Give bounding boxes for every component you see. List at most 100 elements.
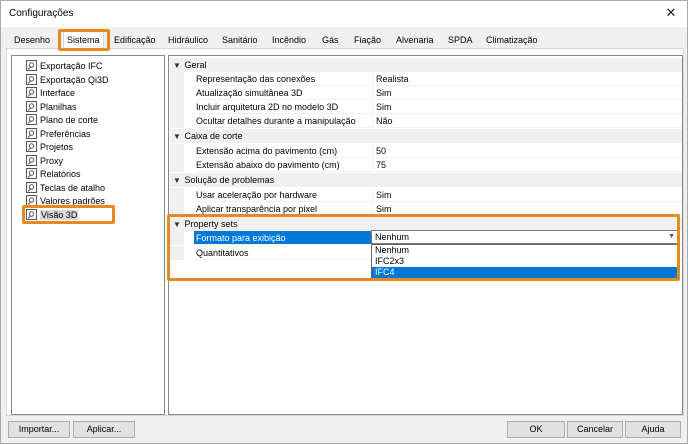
- property-row[interactable]: Usar aceleração por hardware Sim: [170, 188, 682, 202]
- tree-item-preferencias[interactable]: Preferências: [26, 127, 91, 141]
- tab-fiacao[interactable]: Fiação: [351, 32, 384, 48]
- tree-item-label: Exportação IFC: [40, 61, 103, 71]
- chevron-down-icon[interactable]: ▼: [172, 130, 182, 144]
- settings-node-icon: [26, 73, 37, 85]
- property-row[interactable]: Incluir arquitetura 2D no modelo 3D Sim: [170, 100, 682, 114]
- tree-item-proxy[interactable]: Proxy: [26, 154, 64, 168]
- tree-item-label: Teclas de atalho: [40, 182, 106, 193]
- category-geral[interactable]: ▼ Geral: [170, 58, 682, 72]
- category-label: Caixa de corte: [184, 131, 243, 141]
- property-row[interactable]: Aplicar transparência por pixel Sim: [170, 202, 682, 216]
- chevron-down-icon[interactable]: ▼: [172, 59, 182, 73]
- tree-item-plano-de-corte[interactable]: Plano de corte: [26, 114, 98, 127]
- property-row[interactable]: Atualização simultânea 3D Sim: [170, 86, 682, 100]
- tab-alvenaria[interactable]: Alvenaria: [393, 32, 437, 48]
- chevron-down-icon[interactable]: ▼: [172, 174, 182, 188]
- tab-desenho[interactable]: Desenho: [11, 32, 53, 48]
- tree-item-exportacao-qi3d[interactable]: Exportação Qi3D: [26, 73, 109, 87]
- property-value[interactable]: 75: [376, 158, 682, 172]
- category-label: Solução de problemas: [184, 175, 275, 185]
- tab-gas[interactable]: Gás: [319, 32, 342, 48]
- tab-sanitario[interactable]: Sanitário: [219, 32, 261, 48]
- tree-item-projetos[interactable]: Projetos: [26, 141, 73, 154]
- category-label: Property sets: [184, 219, 238, 229]
- property-name: Atualização simultânea 3D: [196, 86, 372, 100]
- tree-item-teclas-de-atalho[interactable]: Teclas de atalho: [26, 181, 106, 195]
- property-value[interactable]: Sim: [376, 86, 682, 100]
- property-row[interactable]: Extensão abaixo do pavimento (cm) 75: [170, 158, 682, 172]
- tree-item-label: Plano de corte: [40, 115, 99, 125]
- property-name: Aplicar transparência por pixel: [196, 202, 372, 216]
- tab-hidraulico[interactable]: Hidráulico: [165, 32, 211, 48]
- tree-item-label: Exportação Qi3D: [40, 74, 109, 85]
- tree-item-label: Planilhas: [40, 101, 77, 112]
- tree-item-label: Proxy: [40, 155, 64, 166]
- settings-node-icon: [26, 141, 37, 152]
- select-value: Nenhum: [375, 232, 410, 242]
- category-solucao-de-problemas[interactable]: ▼ Solução de problemas: [170, 173, 682, 187]
- settings-node-icon: [26, 181, 37, 193]
- settings-node-icon: [26, 154, 37, 166]
- option-ifc4[interactable]: IFC4: [372, 267, 678, 278]
- tree-item-label: Valores padrões: [40, 196, 105, 206]
- close-icon[interactable]: ✕: [661, 4, 681, 22]
- category-label: Geral: [184, 60, 207, 70]
- tab-spda[interactable]: SPDA: [445, 32, 476, 48]
- property-name: Formato para exibição: [194, 231, 372, 245]
- tree-item-visao-3d[interactable]: Visão 3D: [26, 208, 79, 222]
- import-button[interactable]: Importar...: [8, 421, 70, 438]
- ok-button[interactable]: OK: [507, 421, 565, 438]
- property-name: Representação das conexões: [196, 72, 372, 86]
- window-title: Configurações: [9, 8, 74, 19]
- property-row[interactable]: Ocultar detalhes durante a manipulação N…: [170, 114, 682, 128]
- title-bar: Configurações ✕: [1, 1, 687, 27]
- category-caixa-de-corte[interactable]: ▼ Caixa de corte: [170, 129, 682, 143]
- property-row[interactable]: Representação das conexões Realista: [170, 72, 682, 86]
- tree-item-label: Relatórios: [40, 169, 81, 179]
- tree-item-label: Projetos: [40, 142, 74, 152]
- tree-item-planilhas[interactable]: Planilhas: [26, 100, 77, 114]
- tab-edificacao[interactable]: Edificação: [111, 32, 159, 48]
- tab-sistema[interactable]: Sistema: [63, 31, 104, 49]
- property-name: Incluir arquitetura 2D no modelo 3D: [196, 100, 372, 114]
- apply-button[interactable]: Aplicar...: [73, 421, 135, 438]
- tree-item-valores-padroes[interactable]: Valores padrões: [26, 195, 105, 208]
- property-value[interactable]: Sim: [376, 202, 682, 216]
- property-name: Extensão acima do pavimento (cm): [196, 144, 372, 158]
- settings-node-icon: [26, 208, 37, 220]
- property-value[interactable]: Não: [376, 114, 682, 128]
- settings-node-icon: [26, 114, 37, 125]
- settings-node-icon: [26, 195, 37, 206]
- option-nenhum[interactable]: Nenhum: [372, 245, 678, 256]
- property-value[interactable]: 50: [376, 144, 682, 158]
- property-value[interactable]: Sim: [376, 100, 682, 114]
- settings-node-icon: [26, 100, 37, 112]
- property-name: Ocultar detalhes durante a manipulação: [196, 114, 372, 128]
- property-value[interactable]: Sim: [376, 188, 682, 202]
- property-name: Usar aceleração por hardware: [196, 188, 372, 202]
- chevron-down-icon[interactable]: ▼: [668, 231, 675, 243]
- chevron-down-icon[interactable]: ▼: [172, 218, 182, 232]
- tab-climatizacao[interactable]: Climatização: [483, 32, 541, 48]
- property-row[interactable]: Extensão acima do pavimento (cm) 50: [170, 144, 682, 158]
- tab-incendio[interactable]: Incêndio: [269, 32, 309, 48]
- tree-item-label: Preferências: [40, 128, 91, 139]
- property-name: Extensão abaixo do pavimento (cm): [196, 158, 372, 172]
- display-format-select[interactable]: Nenhum ▼: [371, 230, 679, 244]
- settings-node-icon: [26, 127, 37, 139]
- tree-item-label: Visão 3D: [40, 209, 79, 220]
- tree-item-exportacao-ifc[interactable]: Exportação IFC: [26, 60, 103, 73]
- property-value[interactable]: Realista: [376, 72, 682, 86]
- display-format-options: Nenhum IFC2x3 IFC4: [371, 244, 679, 278]
- settings-tree: Exportação IFC Exportação Qi3D Interface…: [11, 55, 165, 415]
- category-property-sets[interactable]: ▼ Property sets: [170, 217, 682, 231]
- option-ifc2x3[interactable]: IFC2x3: [372, 256, 678, 267]
- settings-node-icon: [26, 87, 37, 98]
- tree-item-relatorios[interactable]: Relatórios: [26, 168, 81, 181]
- settings-node-icon: [26, 168, 37, 179]
- settings-dialog: Configurações ✕ Desenho Sistema Edificaç…: [0, 0, 688, 444]
- tree-item-interface[interactable]: Interface: [26, 87, 75, 100]
- cancel-button[interactable]: Cancelar: [567, 421, 623, 438]
- tree-item-label: Interface: [40, 88, 76, 98]
- help-button[interactable]: Ajuda: [625, 421, 681, 438]
